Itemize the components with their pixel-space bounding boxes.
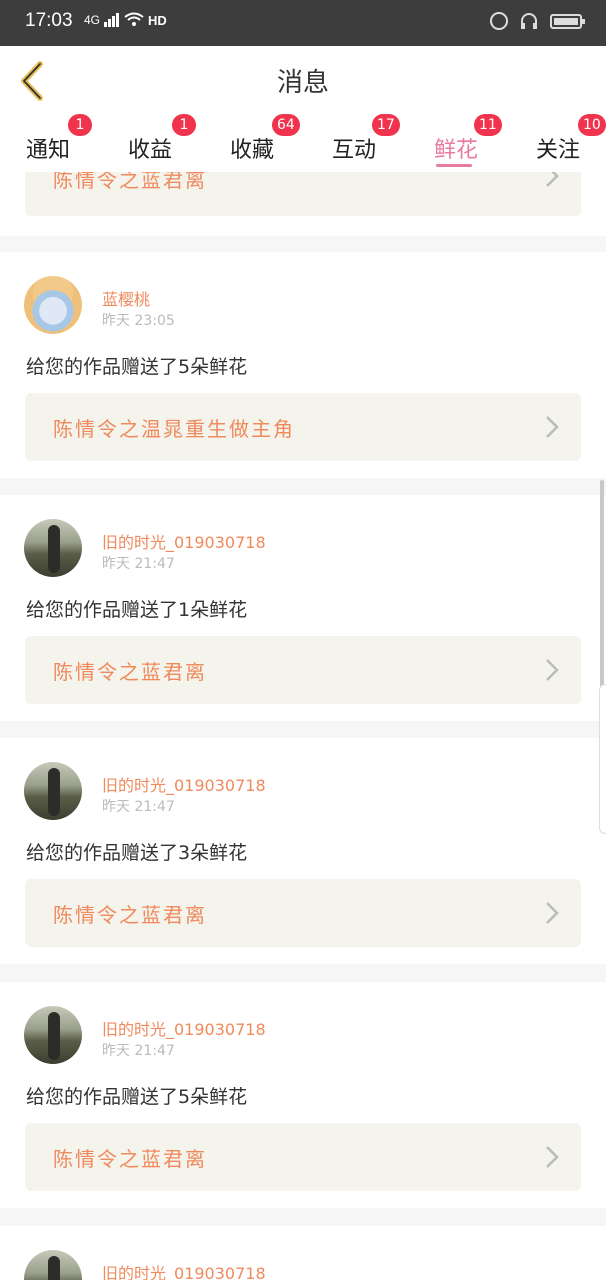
status-right-icons: [490, 12, 585, 30]
battery-icon: [550, 13, 585, 29]
tab-label: 互动: [332, 138, 377, 163]
avatar[interactable]: [24, 762, 82, 820]
chevron-right-icon: [546, 1146, 559, 1168]
timestamp: 昨天 21:47: [102, 556, 175, 572]
work-title: 陈情令之蓝君离: [53, 903, 207, 927]
username[interactable]: 旧的时光_01903071​8: [102, 772, 266, 796]
headphones-icon: [521, 13, 537, 29]
active-tab-indicator: [436, 164, 472, 167]
list-item: 旧的时光_01903071​8 昨天 21:47 给您的作品赠送了1朵鲜花 陈情…: [0, 495, 606, 721]
avatar[interactable]: [24, 1006, 82, 1064]
work-title: 陈情令之蓝君离: [53, 660, 207, 684]
tab-badge: 17: [372, 114, 400, 136]
tab-label: 鲜花: [434, 138, 479, 163]
list-item: 旧的时光_01903071​8 昨天 21:47 给您的作品赠送了5朵鲜花 陈情…: [0, 982, 606, 1208]
work-link[interactable]: 陈情令之温晁重生做主角: [25, 393, 581, 461]
edge-handle[interactable]: [599, 684, 606, 834]
status-bar: 17:03 4G HD: [0, 0, 606, 46]
status-time: 17:03: [25, 10, 73, 31]
gift-message: 给您的作品赠送了3朵鲜花: [26, 842, 248, 864]
tab-badge: 11: [474, 114, 502, 136]
chevron-right-icon: [546, 172, 559, 187]
list-item: 旧的时光_01903071​8: [0, 1226, 606, 1280]
tab-bar: 通知 1 收益 1 收藏 64 互动 17 鲜花 11 关注 10: [0, 114, 606, 172]
username[interactable]: 旧的时光_01903071​8: [102, 1016, 266, 1040]
work-link[interactable]: 陈情令之蓝君离: [25, 172, 581, 216]
header: 消息: [0, 46, 606, 118]
work-title: 陈情令之温晁重生做主角: [53, 417, 295, 441]
tab-badge: 1: [68, 114, 92, 136]
tab-label: 收藏: [230, 138, 275, 163]
timestamp: 昨天 21:47: [102, 1043, 175, 1059]
avatar[interactable]: [24, 519, 82, 577]
gift-message: 给您的作品赠送了5朵鲜花: [26, 356, 248, 378]
work-link[interactable]: 陈情令之蓝君离: [25, 879, 581, 947]
message-list[interactable]: 陈情令之蓝君离 蓝樱桃 昨天 23:05 给您的作品赠送了5朵鲜花 陈情令之温晁…: [0, 172, 606, 1280]
chevron-right-icon: [546, 659, 559, 681]
work-link[interactable]: 陈情令之蓝君离: [25, 636, 581, 704]
tab-badge: 1: [172, 114, 196, 136]
chevron-right-icon: [546, 416, 559, 438]
chevron-right-icon: [546, 902, 559, 924]
tab-badge: 10: [578, 114, 606, 136]
avatar[interactable]: [24, 276, 82, 334]
network-type-label: 4G: [84, 13, 101, 27]
work-title: 陈情令之蓝君离: [53, 172, 207, 192]
status-left-icons: 4G HD: [84, 12, 167, 28]
tab-label: 通知: [26, 138, 71, 163]
work-link[interactable]: 陈情令之蓝君离: [25, 1123, 581, 1191]
wifi-icon: [124, 12, 144, 26]
timestamp: 昨天 23:05: [102, 313, 175, 329]
gift-message: 给您的作品赠送了5朵鲜花: [26, 1086, 248, 1108]
username[interactable]: 旧的时光_01903071​8: [102, 529, 266, 553]
username[interactable]: 旧的时光_01903071​8: [102, 1260, 266, 1280]
hd-icon: HD: [148, 12, 167, 28]
list-item: 陈情令之蓝君离: [0, 172, 606, 236]
page-title: 消息: [276, 68, 329, 98]
signal-icon: [104, 13, 120, 27]
lock-rotation-icon: [490, 12, 508, 30]
tab-badge: 64: [272, 114, 300, 136]
username[interactable]: 蓝樱桃: [102, 286, 150, 310]
work-title: 陈情令之蓝君离: [53, 1147, 207, 1171]
gift-message: 给您的作品赠送了1朵鲜花: [26, 599, 248, 621]
list-item: 旧的时光_01903071​8 昨天 21:47 给您的作品赠送了3朵鲜花 陈情…: [0, 738, 606, 964]
list-item: 蓝樱桃 昨天 23:05 给您的作品赠送了5朵鲜花 陈情令之温晁重生做主角: [0, 252, 606, 478]
avatar[interactable]: [24, 1250, 82, 1280]
tab-label: 收益: [128, 138, 173, 163]
timestamp: 昨天 21:47: [102, 799, 175, 815]
tab-label: 关注: [536, 138, 581, 163]
